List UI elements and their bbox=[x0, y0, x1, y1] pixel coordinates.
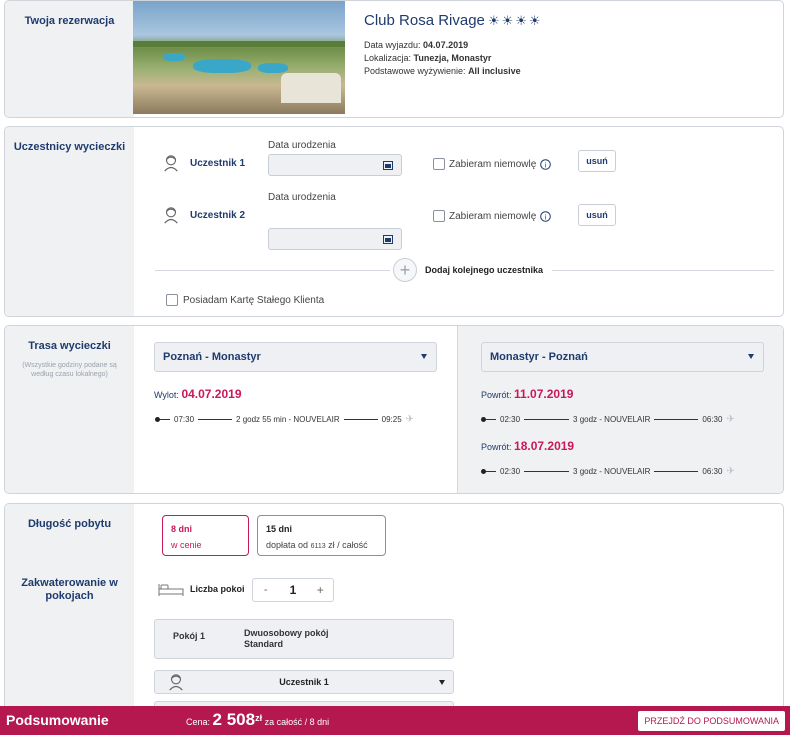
stay-option-15[interactable]: 15 dni dopłata od 6113 zł / całość bbox=[257, 515, 386, 556]
infant-checkbox-1[interactable] bbox=[433, 158, 445, 170]
plus-icon[interactable]: + bbox=[393, 258, 417, 282]
bed-icon bbox=[158, 584, 184, 596]
return-flight-row-2[interactable]: 02:30 3 godz - NOUVELAIR 06:30 ✈ bbox=[481, 466, 735, 477]
return-date-1: Powrót: 11.07.2019 bbox=[481, 387, 574, 401]
reservation-title: Twoja rezerwacja bbox=[24, 15, 115, 27]
stay-option-8[interactable]: 8 dni w cenie bbox=[162, 515, 249, 556]
dob-label-1: Data urodzenia bbox=[268, 140, 336, 151]
departure-row: Data wyjazdu: 04.07.2019 bbox=[364, 40, 469, 50]
remove-button-1[interactable]: usuń bbox=[578, 150, 616, 172]
infant-label-1: Zabieram niemowlę bbox=[449, 158, 537, 170]
route-card: Trasa wycieczki (Wszystkie godziny podan… bbox=[4, 325, 784, 494]
route-side: Trasa wycieczki (Wszystkie godziny podan… bbox=[5, 326, 134, 493]
hotel-header: Club Rosa Rivage ☀☀☀☀ bbox=[364, 12, 543, 29]
route-note: (Wszystkie godziny podane są według czas… bbox=[22, 362, 117, 378]
plus-button[interactable]: + bbox=[308, 583, 333, 597]
participants-card: Uczestnicy wycieczki Data urodzenia Ucze… bbox=[4, 126, 784, 317]
location-row: Lokalizacja: Tunezja, Monastyr bbox=[364, 53, 492, 63]
loyalty-checkbox[interactable] bbox=[166, 294, 178, 306]
hotel-photo bbox=[133, 1, 345, 114]
participant-name-2: Uczestnik 2 bbox=[190, 209, 246, 221]
outbound-date: Wylot: 04.07.2019 bbox=[154, 387, 242, 401]
rooms-stepper[interactable]: - 1 + bbox=[252, 578, 334, 602]
participants-side: Uczestnicy wycieczki bbox=[5, 127, 134, 316]
rooms-count-value: 1 bbox=[289, 583, 297, 597]
participants-title: Uczestnicy wycieczki bbox=[13, 141, 126, 153]
reservation-side: Twoja rezerwacja bbox=[5, 1, 134, 117]
stay-side: Długość pobytu Zakwaterowanie w pokojach bbox=[5, 504, 134, 717]
stay-option-15-note: dopłata od 6113 zł / całość bbox=[266, 540, 368, 550]
dropdown-arrow-icon[interactable] bbox=[421, 354, 427, 359]
rating-sun-icons: ☀☀☀☀ bbox=[487, 13, 543, 28]
rooms-title: Zakwaterowanie w pokojach bbox=[21, 577, 118, 602]
divider bbox=[155, 270, 390, 271]
room-participant-value: Uczestnik 1 bbox=[279, 677, 329, 687]
user-icon bbox=[164, 155, 178, 172]
infant-option-2: Zabieram niemowlę i bbox=[433, 210, 552, 222]
calendar-icon[interactable] bbox=[383, 234, 393, 244]
route-title: Trasa wycieczki bbox=[28, 340, 111, 352]
user-icon bbox=[164, 207, 178, 224]
dropdown-arrow-icon[interactable] bbox=[748, 354, 754, 359]
stay-option-15-days: 15 dni bbox=[266, 524, 293, 534]
stay-card: Długość pobytu Zakwaterowanie w pokojach… bbox=[4, 503, 784, 718]
infant-checkbox-2[interactable] bbox=[433, 210, 445, 222]
infant-option-1: Zabieram niemowlę i bbox=[433, 158, 552, 170]
stay-option-8-note: w cenie bbox=[171, 540, 202, 550]
add-participant[interactable]: + Dodaj kolejnego uczestnika bbox=[393, 258, 543, 282]
svg-text:i: i bbox=[545, 162, 547, 169]
plane-icon: ✈ bbox=[726, 466, 735, 477]
dob-input-1[interactable] bbox=[268, 154, 402, 176]
participant-2: Uczestnik 2 bbox=[162, 206, 245, 224]
calendar-icon[interactable] bbox=[383, 160, 393, 170]
outbound-route-select[interactable]: Poznań - Monastyr bbox=[154, 342, 437, 372]
divider bbox=[552, 270, 774, 271]
summary-price: Cena: 2 508zł za całość / 8 dni bbox=[186, 710, 330, 729]
rooms-count-label: Liczba pokoi bbox=[190, 584, 245, 594]
plane-icon: ✈ bbox=[726, 414, 735, 425]
summary-title: Podsumowanie bbox=[6, 712, 109, 728]
svg-text:i: i bbox=[545, 214, 547, 221]
participant-name-1: Uczestnik 1 bbox=[190, 157, 246, 169]
hotel-info: Data wyjazdu: 04.07.2019 Lokalizacja: Tu… bbox=[364, 39, 521, 78]
stay-title: Długość pobytu bbox=[27, 518, 112, 530]
reservation-card: Twoja rezerwacja Club Rosa Rivage ☀☀☀☀ D… bbox=[4, 0, 784, 118]
dob-label-2: Data urodzenia bbox=[268, 192, 336, 203]
return-date-2: Powrót: 18.07.2019 bbox=[481, 439, 575, 453]
dropdown-arrow-icon[interactable] bbox=[439, 680, 445, 685]
minus-button[interactable]: - bbox=[253, 584, 278, 596]
go-to-summary-button[interactable]: PRZEJDŹ DO PODSUMOWANIA bbox=[638, 711, 785, 731]
return-route-select[interactable]: Monastyr - Poznań bbox=[481, 342, 764, 372]
dob-input-2[interactable] bbox=[268, 228, 402, 250]
loyalty-label: Posiadam Kartę Stałego Klienta bbox=[183, 294, 325, 306]
board-row: Podstawowe wyżywienie: All inclusive bbox=[364, 66, 521, 76]
room-1-box: Pokój 1 Dwuosobowy pokój Standard bbox=[154, 619, 454, 659]
room-label: Pokój 1 bbox=[173, 631, 206, 641]
info-icon[interactable]: i bbox=[540, 158, 552, 170]
remove-button-2[interactable]: usuń bbox=[578, 204, 616, 226]
room-type: Dwuosobowy pokój Standard bbox=[244, 628, 329, 649]
summary-bar: Podsumowanie Cena: 2 508zł za całość / 8… bbox=[0, 706, 790, 735]
add-participant-label[interactable]: Dodaj kolejnego uczestnika bbox=[425, 265, 543, 275]
infant-label-2: Zabieram niemowlę bbox=[449, 210, 537, 222]
hotel-name[interactable]: Club Rosa Rivage bbox=[364, 12, 485, 29]
info-icon[interactable]: i bbox=[540, 210, 552, 222]
participant-1: Uczestnik 1 bbox=[162, 154, 245, 172]
return-flight-row-1[interactable]: 02:30 3 godz - NOUVELAIR 06:30 ✈ bbox=[481, 414, 735, 425]
plane-icon: ✈ bbox=[405, 414, 415, 425]
stay-option-8-days: 8 dni bbox=[171, 524, 193, 534]
loyalty-option: Posiadam Kartę Stałego Klienta bbox=[166, 294, 324, 306]
rooms-count-row: Liczba pokoi bbox=[158, 581, 245, 597]
room-participant-select[interactable]: Uczestnik 1 bbox=[154, 670, 454, 694]
outbound-flight-row: 07:30 2 godz 55 min - NOUVELAIR 09:25 ✈ bbox=[155, 414, 414, 425]
